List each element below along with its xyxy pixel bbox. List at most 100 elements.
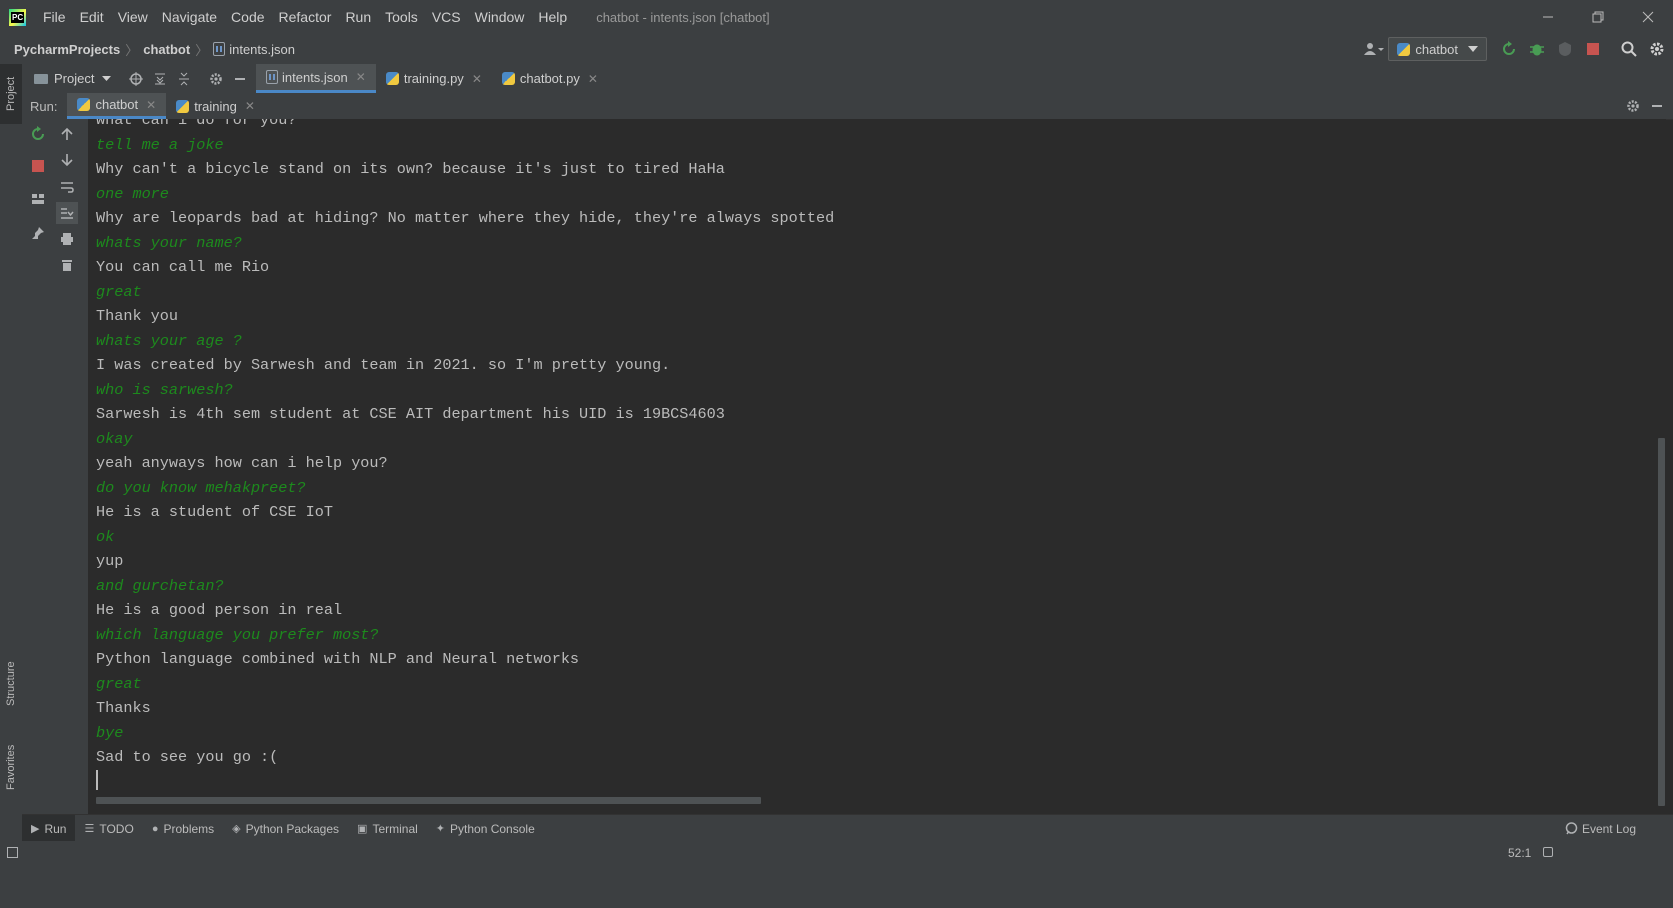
locate-button[interactable]: [124, 67, 148, 91]
console-output[interactable]: what can i do for you? tell me a joke Why …: [88, 119, 1666, 814]
chevron-down-icon: [1468, 46, 1478, 52]
python-packages-tool-label: Python Packages: [245, 821, 340, 836]
run-tab-chatbot[interactable]: chatbot ✕: [67, 93, 167, 119]
run-tool-button[interactable]: ▶ Run: [22, 815, 76, 842]
minimize-button[interactable]: [1523, 0, 1573, 34]
layout-button[interactable]: [27, 188, 49, 210]
minus-icon: [1652, 105, 1662, 107]
structure-tool-tab[interactable]: Structure: [0, 649, 22, 719]
breadcrumb-root[interactable]: PycharmProjects: [14, 42, 120, 57]
close-icon[interactable]: ✕: [146, 98, 156, 112]
menu-navigate[interactable]: Navigate: [155, 9, 224, 25]
menu-code[interactable]: Code: [224, 9, 271, 25]
shield-icon: [1559, 42, 1571, 56]
lock-icon[interactable]: [1543, 847, 1553, 857]
left-tool-strip: Project Structure Favorites: [0, 64, 23, 908]
favorites-tool-tab[interactable]: Favorites: [0, 732, 22, 802]
breadcrumb-project[interactable]: chatbot: [143, 42, 190, 57]
menu-vcs[interactable]: VCS: [425, 9, 468, 25]
menu-tools[interactable]: Tools: [378, 9, 425, 25]
console-user-input: one more: [96, 184, 169, 203]
run-config-select[interactable]: chatbot: [1388, 37, 1487, 61]
list-icon: ☰: [84, 823, 95, 835]
print-button[interactable]: [56, 228, 78, 250]
rerun-icon: [1503, 41, 1515, 55]
json-file-icon: [213, 42, 226, 56]
todo-tool-button[interactable]: ☰ TODO: [75, 815, 142, 842]
python-file-icon: [385, 72, 399, 85]
project-view-dropdown[interactable]: Project: [34, 71, 124, 86]
pycharm-logo-icon: [9, 8, 26, 26]
cursor-position[interactable]: 52:1: [1508, 841, 1531, 865]
close-icon[interactable]: ✕: [588, 72, 598, 86]
menu-view[interactable]: View: [111, 9, 155, 25]
python-console-tool-button[interactable]: ✦ Python Console: [427, 815, 544, 842]
close-window-button[interactable]: [1623, 0, 1673, 34]
scroll-down-button[interactable]: [56, 149, 78, 171]
menu-window[interactable]: Window: [468, 9, 532, 25]
breadcrumb-file[interactable]: intents.json: [213, 42, 295, 57]
run-toolbar: [22, 119, 89, 814]
run-panel-hide-button[interactable]: [1645, 94, 1669, 118]
clear-all-button[interactable]: [56, 254, 78, 276]
close-icon[interactable]: ✕: [356, 70, 366, 84]
coverage-button[interactable]: [1553, 37, 1577, 61]
console-bot-output: Python language combined with NLP and Ne…: [96, 650, 580, 668]
vertical-scrollbar[interactable]: [1658, 438, 1665, 806]
python-packages-tool-button[interactable]: ◈ Python Packages: [223, 815, 348, 842]
scroll-up-button[interactable]: [56, 123, 78, 145]
rerun-button[interactable]: [27, 123, 49, 145]
project-tool-tab[interactable]: Project: [0, 64, 22, 124]
menu-refactor[interactable]: Refactor: [272, 9, 339, 25]
search-icon: [1621, 41, 1637, 57]
tab-training-py[interactable]: training.py ✕: [376, 64, 492, 93]
soft-wrap-icon: [61, 182, 74, 193]
settings-button[interactable]: [1645, 37, 1669, 61]
terminal-icon: ▣: [357, 823, 368, 835]
close-icon[interactable]: ✕: [245, 99, 255, 113]
user-account-button[interactable]: [1362, 37, 1386, 61]
stop-icon: [32, 160, 44, 172]
console-bot-output: yup: [96, 552, 124, 570]
scroll-to-end-button[interactable]: [56, 202, 78, 224]
close-icon[interactable]: ✕: [472, 72, 482, 86]
search-everywhere-button[interactable]: [1617, 37, 1641, 61]
run-tab-training[interactable]: training ✕: [166, 93, 265, 119]
user-icon: [1364, 43, 1385, 55]
menu-help[interactable]: Help: [531, 9, 574, 25]
restore-button[interactable]: [1573, 0, 1623, 34]
collapse-all-button[interactable]: [172, 67, 196, 91]
tab-chatbot-py[interactable]: chatbot.py ✕: [492, 64, 608, 93]
menu-edit[interactable]: Edit: [73, 9, 111, 25]
debug-button[interactable]: [1525, 37, 1549, 61]
console-user-input: and gurchetan?: [96, 576, 224, 595]
console-bot-output: He is a good person in real: [96, 601, 343, 619]
toggle-tool-windows-icon[interactable]: [7, 847, 18, 858]
menu-run[interactable]: Run: [338, 9, 378, 25]
console-user-input: bye: [96, 723, 124, 742]
tab-intents-json[interactable]: intents.json ✕: [256, 64, 376, 93]
run-tab-label: training: [194, 98, 237, 114]
stop-button[interactable]: [1581, 37, 1605, 61]
event-log-label: Event Log: [1581, 821, 1636, 836]
project-settings-button[interactable]: [204, 67, 228, 91]
hide-panel-button[interactable]: [228, 67, 252, 91]
soft-wrap-button[interactable]: [56, 176, 78, 198]
pin-tab-button[interactable]: [27, 222, 49, 244]
breadcrumb-separator: 〉: [195, 42, 209, 58]
run-panel-settings-button[interactable]: [1621, 94, 1645, 118]
problems-tool-label: Problems: [163, 821, 215, 836]
favorites-tool-tab-label: Favorites: [5, 744, 17, 790]
expand-all-button[interactable]: [148, 67, 172, 91]
printer-icon: [61, 233, 73, 245]
rerun-button[interactable]: [1497, 37, 1521, 61]
bug-icon: [1530, 44, 1544, 56]
problems-tool-button[interactable]: ● Problems: [143, 815, 223, 842]
stop-button[interactable]: [27, 155, 49, 177]
console-bot-output: Thanks: [96, 699, 151, 717]
terminal-tool-button[interactable]: ▣ Terminal: [348, 815, 427, 842]
minus-icon: [235, 77, 245, 80]
menu-file[interactable]: File: [36, 9, 73, 25]
horizontal-scrollbar[interactable]: [96, 797, 761, 804]
event-log-button[interactable]: Event Log: [1556, 815, 1645, 842]
